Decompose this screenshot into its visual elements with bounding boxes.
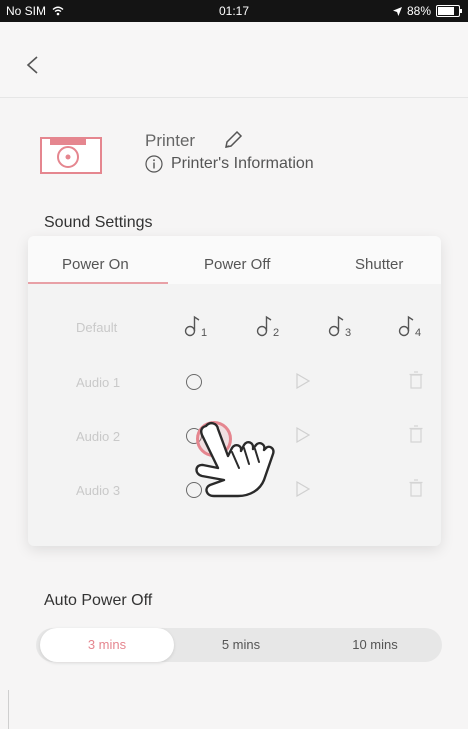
audio-3-label: Audio 3	[76, 483, 121, 498]
audio-2-label: Audio 2	[76, 429, 121, 444]
sound-settings-title: Sound Settings	[44, 214, 153, 231]
audio-2-play-icon[interactable]	[296, 427, 310, 443]
option-3-mins[interactable]: 3 mins	[40, 628, 174, 662]
tab-power-off[interactable]: Power Off	[204, 256, 270, 273]
audio-1-trash-icon[interactable]	[409, 371, 423, 389]
battery-icon	[436, 5, 462, 17]
auto-power-off-selector: 3 mins 5 mins 10 mins	[36, 628, 442, 662]
audio-1-radio[interactable]	[186, 374, 202, 390]
printer-name[interactable]: Printer	[145, 131, 195, 151]
auto-power-off-title: Auto Power Off	[44, 592, 153, 609]
active-tab-indicator	[28, 282, 168, 284]
option-5-mins[interactable]: 5 mins	[174, 628, 308, 662]
battery-percent: 88%	[406, 4, 431, 18]
audio-3-play-icon[interactable]	[296, 481, 310, 497]
printer-icon	[40, 137, 102, 174]
default-row-label: Default	[76, 320, 118, 335]
music-note-4-icon[interactable]: 4	[397, 312, 425, 340]
tab-power-on[interactable]: Power On	[62, 256, 129, 273]
divider	[8, 690, 9, 729]
battery-status: 88%	[392, 4, 462, 18]
sound-tabs: Power On Power Off Shutter	[28, 236, 441, 284]
tab-shutter[interactable]: Shutter	[355, 256, 403, 273]
audio-2-trash-icon[interactable]	[409, 425, 423, 443]
audio-3-trash-icon[interactable]	[409, 479, 423, 497]
default-sound-2-number: 2	[273, 327, 279, 339]
chevron-left-icon[interactable]	[22, 54, 44, 76]
printer-information-label: Printer's Information	[171, 155, 314, 172]
location-arrow-icon	[392, 6, 402, 16]
audio-1-label: Audio 1	[76, 375, 121, 390]
printer-information-link[interactable]: Printer's Information	[145, 155, 314, 173]
pencil-icon[interactable]	[222, 129, 244, 151]
pointing-hand-icon	[195, 421, 275, 498]
default-sound-4-number: 4	[415, 327, 421, 339]
info-icon	[145, 155, 163, 173]
music-note-3-icon[interactable]: 3	[327, 312, 355, 340]
music-note-1-icon[interactable]: 1	[183, 312, 211, 340]
audio-1-play-icon[interactable]	[296, 373, 310, 389]
option-10-mins[interactable]: 10 mins	[308, 628, 442, 662]
nav-bar	[0, 22, 468, 98]
status-bar: No SIM 01:17 88%	[0, 0, 468, 22]
default-sound-3-number: 3	[345, 327, 351, 339]
default-sound-1-number: 1	[201, 327, 207, 339]
music-note-2-icon[interactable]: 2	[255, 312, 283, 340]
